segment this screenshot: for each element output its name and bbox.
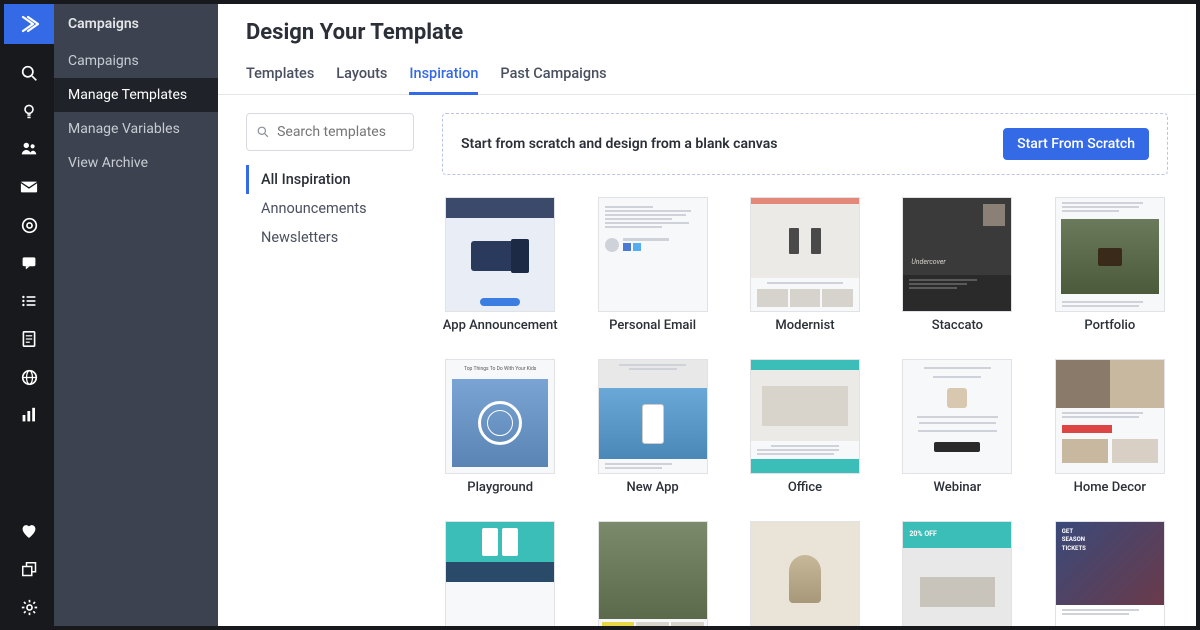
people-icon <box>20 140 38 158</box>
rail-ideas[interactable] <box>4 92 54 130</box>
filter-announcements[interactable]: Announcements <box>246 194 414 223</box>
rail-campaigns[interactable] <box>4 168 54 206</box>
filter-all-inspiration[interactable]: All Inspiration <box>246 165 414 194</box>
rail-doc[interactable] <box>4 320 54 358</box>
template-card[interactable]: Undercover Staccato <box>899 197 1015 333</box>
page-title: Design Your Template <box>218 4 1196 59</box>
template-thumbnail: GETSEASONTICKETS <box>1055 521 1165 626</box>
chat-icon <box>21 255 37 271</box>
rail-list[interactable] <box>4 282 54 320</box>
bar-chart-icon <box>21 407 37 423</box>
side-item-manage-templates[interactable]: Manage Templates <box>54 78 218 112</box>
template-thumbnail <box>598 197 708 312</box>
template-thumbnail <box>445 521 555 626</box>
template-thumbnail: Undercover <box>902 197 1012 312</box>
template-card[interactable]: Personal Email <box>594 197 710 333</box>
template-grid: App Announcement Personal Email Modernist U… <box>442 197 1168 626</box>
template-thumbnail <box>750 521 860 626</box>
side-panel: Campaigns Campaigns Manage Templates Man… <box>54 4 218 626</box>
filter-list: All Inspiration Announcements Newsletter… <box>246 165 414 252</box>
document-icon <box>22 331 36 347</box>
search-input[interactable] <box>277 124 403 140</box>
template-thumbnail <box>902 359 1012 474</box>
template-label: Staccato <box>932 318 983 333</box>
template-thumbnail <box>598 359 708 474</box>
tab-bar: Templates Layouts Inspiration Past Campa… <box>218 59 1196 95</box>
search-icon <box>257 125 269 139</box>
globe-icon <box>21 369 38 386</box>
template-card[interactable]: Portfolio <box>1052 197 1168 333</box>
logo-icon <box>19 14 39 34</box>
template-label: Portfolio <box>1084 318 1135 333</box>
start-from-scratch-button[interactable]: Start From Scratch <box>1003 128 1149 160</box>
heart-icon <box>21 524 37 539</box>
template-thumbnail: Top Things To Do With Your Kids <box>445 359 555 474</box>
rail-web[interactable] <box>4 358 54 396</box>
search-icon <box>21 65 38 82</box>
envelope-icon <box>20 180 38 194</box>
rail-contacts[interactable] <box>4 130 54 168</box>
rail-reports[interactable] <box>4 396 54 434</box>
rail-chat[interactable] <box>4 244 54 282</box>
template-label: Office <box>788 480 822 495</box>
template-card[interactable]: Top Things To Do With Your Kids Playgroun… <box>442 359 558 495</box>
tab-inspiration[interactable]: Inspiration <box>409 59 478 95</box>
template-label: Webinar <box>934 480 982 495</box>
template-thumbnail <box>445 197 555 312</box>
template-card[interactable]: New App <box>594 359 710 495</box>
gear-icon <box>21 599 38 616</box>
template-card[interactable] <box>594 521 710 626</box>
template-card[interactable] <box>442 521 558 626</box>
tab-past-campaigns[interactable]: Past Campaigns <box>500 59 606 94</box>
app-logo[interactable] <box>4 4 54 44</box>
template-thumbnail: 20% OFF <box>902 521 1012 626</box>
template-card[interactable]: App Announcement <box>442 197 558 333</box>
template-card[interactable]: Webinar <box>899 359 1015 495</box>
template-card[interactable]: Home Decor <box>1052 359 1168 495</box>
target-icon <box>21 217 38 234</box>
scratch-text: Start from scratch and design from a bla… <box>461 136 777 152</box>
template-card[interactable]: 20% OFF <box>899 521 1015 626</box>
template-label: Home Decor <box>1074 480 1146 495</box>
bulb-icon <box>21 103 37 119</box>
template-card[interactable]: Modernist <box>747 197 863 333</box>
rail-favorites[interactable] <box>4 512 54 550</box>
start-from-scratch-banner: Start from scratch and design from a bla… <box>442 113 1168 175</box>
template-label: Personal Email <box>609 318 696 333</box>
copy-icon <box>22 562 37 577</box>
tab-layouts[interactable]: Layouts <box>336 59 387 94</box>
side-item-view-archive[interactable]: View Archive <box>54 146 218 180</box>
filter-newsletters[interactable]: Newsletters <box>246 223 414 252</box>
side-panel-header: Campaigns <box>54 4 218 44</box>
side-item-manage-variables[interactable]: Manage Variables <box>54 112 218 146</box>
template-thumbnail <box>750 197 860 312</box>
rail-automations[interactable] <box>4 206 54 244</box>
template-label: Modernist <box>775 318 834 333</box>
template-card[interactable]: Office <box>747 359 863 495</box>
template-thumbnail <box>1055 197 1165 312</box>
tab-templates[interactable]: Templates <box>246 59 314 94</box>
rail-settings[interactable] <box>4 588 54 626</box>
side-item-campaigns[interactable]: Campaigns <box>54 44 218 78</box>
template-label: App Announcement <box>443 318 558 333</box>
template-card[interactable]: GETSEASONTICKETS <box>1052 521 1168 626</box>
template-thumbnail <box>1055 359 1165 474</box>
template-label: New App <box>627 480 679 495</box>
list-icon <box>21 294 37 308</box>
template-thumbnail <box>750 359 860 474</box>
template-label: Playground <box>467 480 533 495</box>
rail-copy[interactable] <box>4 550 54 588</box>
icon-rail <box>4 4 54 626</box>
search-box[interactable] <box>246 113 414 151</box>
template-thumbnail <box>598 521 708 626</box>
template-card[interactable] <box>747 521 863 626</box>
rail-search[interactable] <box>4 54 54 92</box>
main-area: Design Your Template Templates Layouts I… <box>218 4 1196 626</box>
